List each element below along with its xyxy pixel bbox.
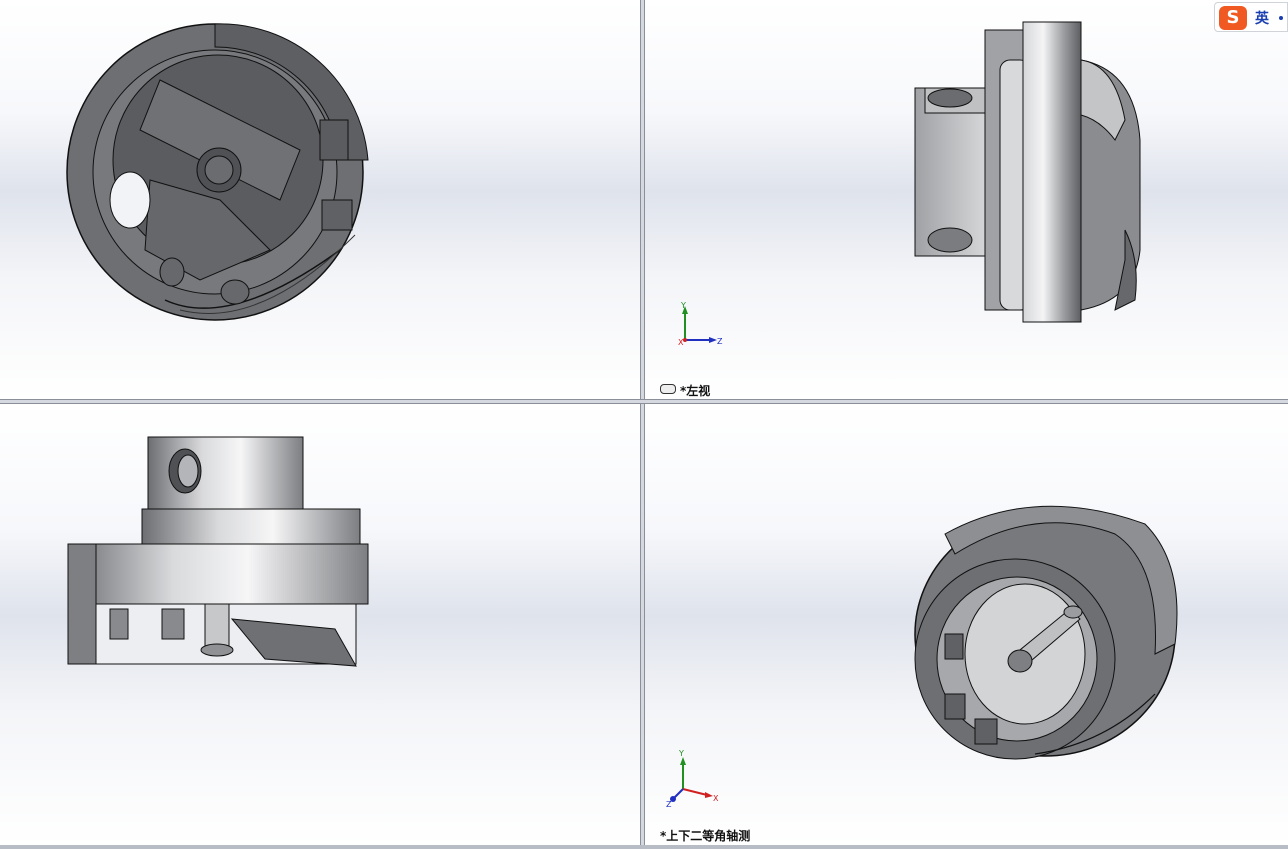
view-name-label: *左视	[680, 384, 711, 398]
ime-punctuation-icon[interactable]	[1279, 16, 1283, 20]
axis-y-label: Y	[680, 301, 686, 310]
axis-y-label: Y	[678, 749, 684, 758]
axis-x-label: X	[713, 794, 719, 803]
ime-language-mode[interactable]: 英	[1255, 8, 1269, 28]
viewport-left[interactable]: Y X Z *左视	[645, 0, 1288, 399]
viewport-front[interactable]	[0, 0, 640, 399]
viewport-top[interactable]	[0, 404, 640, 845]
coordinate-triad: Y X Z	[678, 301, 723, 347]
axis-z-label: Z	[717, 337, 723, 346]
axis-z-label: Z	[666, 800, 672, 809]
rotary-hook-left-model[interactable]	[645, 0, 1288, 399]
rotary-hook-isometric-model[interactable]	[645, 404, 1288, 845]
link-icon	[660, 384, 676, 394]
ime-toolbar[interactable]: S 英	[1214, 2, 1288, 32]
status-strip	[0, 845, 1288, 849]
view-name-label: *上下二等角轴测	[660, 829, 751, 843]
viewport-isometric[interactable]: Y Z X *上下二等角轴测	[645, 404, 1288, 845]
rotary-hook-top-model[interactable]	[0, 404, 640, 845]
coordinate-triad: Y Z X	[666, 749, 719, 809]
sogou-ime-icon[interactable]: S	[1219, 6, 1247, 30]
axis-x-label: X	[678, 338, 684, 347]
rotary-hook-front-model[interactable]	[0, 0, 640, 399]
